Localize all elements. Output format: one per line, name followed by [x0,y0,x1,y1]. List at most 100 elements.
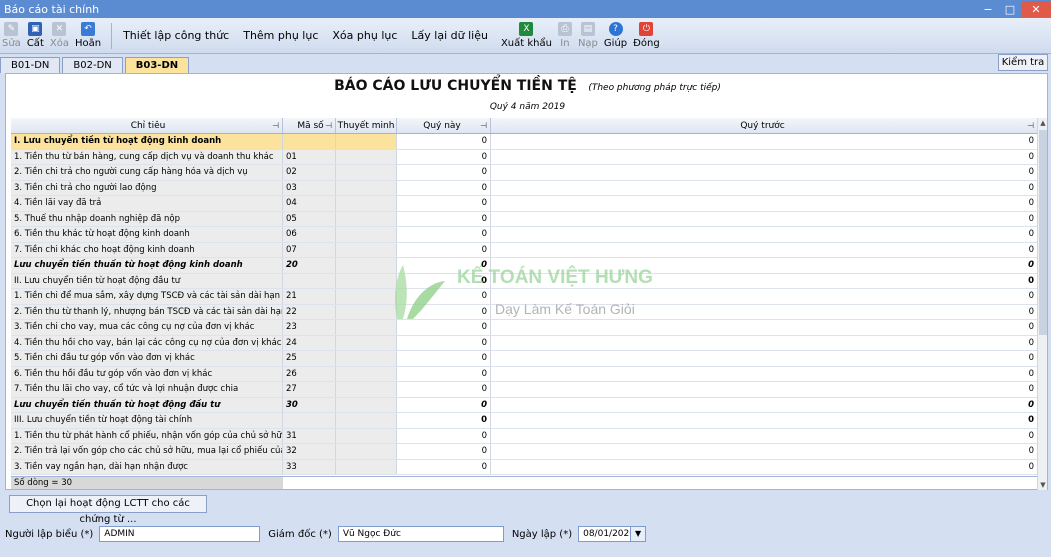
reselect-activity-button[interactable]: Chọn lại hoạt động LCTT cho các chứng từ… [9,495,207,525]
row-previous-quarter[interactable]: 0 [491,428,1038,443]
row-note[interactable] [336,397,397,412]
row-current-quarter[interactable]: 0 [397,227,491,242]
vertical-scrollbar[interactable]: ▲ ▼ [1037,118,1047,490]
delete-button[interactable]: ✕ Xóa [50,22,69,49]
row-note[interactable] [336,196,397,211]
col-header-quy-truoc[interactable]: Quý trước ⊣ [491,118,1038,133]
undo-button[interactable]: ↶ Hoãn [75,22,101,49]
row-note[interactable] [336,149,397,164]
row-previous-quarter[interactable]: 0 [491,242,1038,257]
row-note[interactable] [336,180,397,195]
row-previous-quarter[interactable]: 0 [491,382,1038,397]
pin-icon[interactable]: ⊣ [1027,121,1034,130]
pin-icon[interactable]: ⊣ [480,121,487,130]
date-input[interactable] [578,526,631,542]
table-row[interactable]: 1. Tiền thu từ phát hành cổ phiếu, nhận … [11,428,1038,444]
row-note[interactable] [336,134,397,149]
row-current-quarter[interactable]: 0 [397,397,491,412]
row-note[interactable] [336,320,397,335]
row-previous-quarter[interactable]: 0 [491,273,1038,288]
table-row[interactable]: Lưu chuyển tiền thuần từ hoạt động kinh … [11,258,1038,274]
row-note[interactable] [336,304,397,319]
row-previous-quarter[interactable]: 0 [491,258,1038,273]
row-current-quarter[interactable]: 0 [397,459,491,474]
table-row[interactable]: II. Lưu chuyển tiền từ hoạt động đầu tư 0… [11,273,1038,289]
table-row[interactable]: I. Lưu chuyển tiền từ hoạt động kinh doa… [11,134,1038,150]
col-header-ma-so[interactable]: Mã số ⊣ [283,118,336,133]
col-header-chi-tieu[interactable]: Chỉ tiêu ⊣ [11,118,283,133]
row-previous-quarter[interactable]: 0 [491,351,1038,366]
row-note[interactable] [336,444,397,459]
row-current-quarter[interactable]: 0 [397,289,491,304]
row-previous-quarter[interactable]: 0 [491,211,1038,226]
pin-icon[interactable]: ⊣ [325,121,332,130]
row-note[interactable] [336,211,397,226]
pin-icon[interactable]: ⊣ [272,121,279,130]
close-button[interactable]: ⏻ Đóng [633,22,660,49]
row-note[interactable] [336,382,397,397]
table-row[interactable]: 7. Tiền chi khác cho hoạt động kinh doan… [11,242,1038,258]
col-header-quy-nay[interactable]: Quý này ⊣ [397,118,491,133]
row-previous-quarter[interactable]: 0 [491,335,1038,350]
table-row[interactable]: 7. Tiền thu lãi cho vay, cổ tức và lợi n… [11,382,1038,398]
row-note[interactable] [336,273,397,288]
row-note[interactable] [336,242,397,257]
row-current-quarter[interactable]: 0 [397,413,491,428]
table-row[interactable]: 6. Tiền thu hồi đầu tư góp vốn vào đơn v… [11,366,1038,382]
scroll-down-icon[interactable]: ▼ [1038,480,1048,490]
row-previous-quarter[interactable]: 0 [491,289,1038,304]
add-appendix-button[interactable]: Thêm phụ lục [243,29,318,42]
reload-data-button[interactable]: Lấy lại dữ liệu [411,29,488,42]
help-button[interactable]: ? Giúp [604,22,627,49]
row-current-quarter[interactable]: 0 [397,366,491,381]
row-previous-quarter[interactable]: 0 [491,444,1038,459]
col-header-thuyet-minh[interactable]: Thuyết minh [336,118,397,133]
director-input[interactable] [337,526,504,542]
row-note[interactable] [336,335,397,350]
row-note[interactable] [336,366,397,381]
scroll-thumb[interactable] [1039,130,1047,335]
row-current-quarter[interactable]: 0 [397,196,491,211]
row-current-quarter[interactable]: 0 [397,335,491,350]
row-previous-quarter[interactable]: 0 [491,397,1038,412]
table-row[interactable]: 2. Tiền trả lại vốn góp cho các chủ sở h… [11,444,1038,460]
row-previous-quarter[interactable]: 0 [491,366,1038,381]
row-note[interactable] [336,428,397,443]
check-button[interactable]: Kiểm tra ... [998,54,1048,83]
table-row[interactable]: 3. Tiền vay ngắn hạn, dài hạn nhận được 3… [11,459,1038,475]
maximize-button[interactable]: □ [999,1,1021,17]
row-current-quarter[interactable]: 0 [397,428,491,443]
row-previous-quarter[interactable]: 0 [491,149,1038,164]
table-row[interactable]: III. Lưu chuyển tiền từ hoạt động tài ch… [11,413,1038,429]
export-button[interactable]: X Xuất khẩu [501,22,552,49]
row-previous-quarter[interactable]: 0 [491,180,1038,195]
table-row[interactable]: 1. Tiền chi để mua sắm, xây dựng TSCĐ và… [11,289,1038,305]
close-window-button[interactable]: ✕ [1021,1,1051,17]
table-row[interactable]: 2. Tiền thu từ thanh lý, nhượng bán TSCĐ… [11,304,1038,320]
table-row[interactable]: 1. Tiền thu từ bán hàng, cung cấp dịch v… [11,149,1038,165]
preparer-input[interactable] [99,526,261,542]
formula-setup-button[interactable]: Thiết lập công thức [123,29,229,42]
row-previous-quarter[interactable]: 0 [491,304,1038,319]
row-note[interactable] [336,413,397,428]
row-previous-quarter[interactable]: 0 [491,196,1038,211]
save-button[interactable]: ▣ Cất [27,22,44,49]
row-previous-quarter[interactable]: 0 [491,227,1038,242]
row-previous-quarter[interactable]: 0 [491,320,1038,335]
row-current-quarter[interactable]: 0 [397,211,491,226]
row-current-quarter[interactable]: 0 [397,320,491,335]
table-row[interactable]: 5. Thuế thu nhập doanh nghiệp đã nộp 05 0 0 [11,211,1038,227]
scroll-up-icon[interactable]: ▲ [1038,118,1048,128]
row-previous-quarter[interactable]: 0 [491,459,1038,474]
row-current-quarter[interactable]: 0 [397,273,491,288]
row-note[interactable] [336,351,397,366]
row-current-quarter[interactable]: 0 [397,180,491,195]
row-current-quarter[interactable]: 0 [397,444,491,459]
row-previous-quarter[interactable]: 0 [491,165,1038,180]
row-current-quarter[interactable]: 0 [397,165,491,180]
table-row[interactable]: 4. Tiền lãi vay đã trả 04 0 0 [11,196,1038,212]
delete-appendix-button[interactable]: Xóa phụ lục [332,29,397,42]
row-previous-quarter[interactable]: 0 [491,134,1038,149]
edit-button[interactable]: ✎ Sửa [2,22,21,49]
table-row[interactable]: 3. Tiền chi cho vay, mua các công cụ nợ … [11,320,1038,336]
